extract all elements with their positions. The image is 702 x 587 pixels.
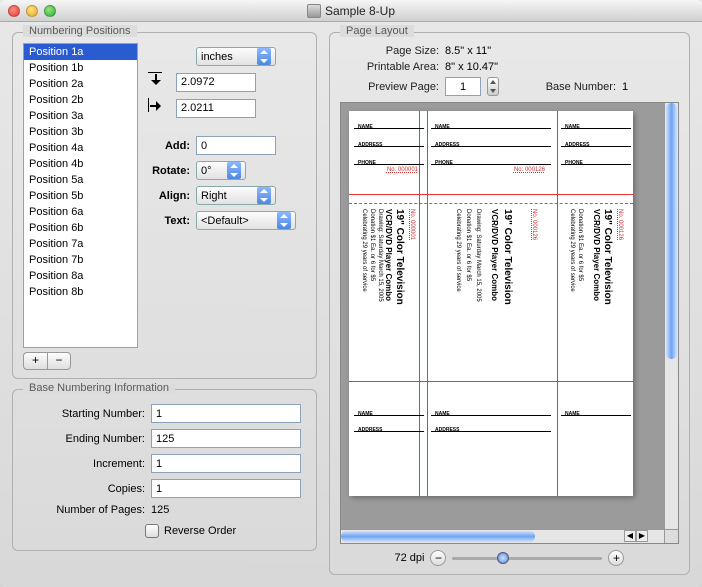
preview-page-input[interactable]: [445, 77, 481, 96]
window-title: Sample 8-Up: [0, 4, 702, 18]
body: Numbering Positions Position 1aPosition …: [0, 22, 702, 587]
rotate-select[interactable]: 0°: [196, 161, 246, 180]
list-item[interactable]: Position 6a: [24, 204, 137, 220]
list-item[interactable]: Position 5b: [24, 188, 137, 204]
list-item[interactable]: Position 5a: [24, 172, 137, 188]
list-item[interactable]: Position 7b: [24, 252, 137, 268]
horizontal-scrollbar[interactable]: ◀ ▶: [341, 529, 664, 543]
group-title-base: Base Numbering Information: [23, 382, 175, 394]
add-position-button[interactable]: +: [23, 352, 47, 370]
list-item[interactable]: Position 6b: [24, 220, 137, 236]
end-number-input[interactable]: [151, 429, 301, 448]
group-title-positions: Numbering Positions: [23, 25, 137, 37]
list-item[interactable]: Position 8b: [24, 284, 137, 300]
list-item[interactable]: Position 2b: [24, 92, 137, 108]
printable-value: 8" x 10.47": [445, 61, 498, 73]
list-item[interactable]: Position 4a: [24, 140, 137, 156]
list-item[interactable]: Position 3a: [24, 108, 137, 124]
reverse-order-label: Reverse Order: [164, 525, 236, 537]
group-title-layout: Page Layout: [340, 25, 414, 37]
base-number-value: 1: [622, 81, 628, 93]
add-input[interactable]: [196, 136, 276, 155]
units-select[interactable]: inches: [196, 47, 276, 66]
doc-icon: [307, 4, 321, 18]
horizontal-offset-icon: [148, 98, 170, 118]
align-select[interactable]: Right: [196, 186, 276, 205]
page-size-value: 8.5" x 11": [445, 45, 491, 57]
list-item[interactable]: Position 1a: [24, 44, 137, 60]
scroll-left-button[interactable]: ◀: [624, 530, 636, 542]
zoom-slider[interactable]: [452, 557, 602, 560]
page-preview: NAME ADDRESS PHONE No. 000001 NAME ADDRE…: [349, 111, 633, 496]
scroll-right-button[interactable]: ▶: [636, 530, 648, 542]
list-item[interactable]: Position 8a: [24, 268, 137, 284]
y-offset-input[interactable]: [176, 99, 256, 118]
preview-canvas[interactable]: NAME ADDRESS PHONE No. 000001 NAME ADDRE…: [340, 102, 679, 544]
titlebar: Sample 8-Up: [0, 0, 702, 22]
zoom-value: 72 dpi: [395, 552, 425, 564]
start-number-input[interactable]: [151, 404, 301, 423]
x-offset-input[interactable]: [176, 73, 256, 92]
vertical-scrollbar[interactable]: [664, 103, 678, 529]
list-item[interactable]: Position 4b: [24, 156, 137, 172]
zoom-in-button[interactable]: +: [608, 550, 624, 566]
text-select[interactable]: <Default>: [196, 211, 296, 230]
reverse-order-checkbox[interactable]: [145, 524, 159, 538]
list-item[interactable]: Position 1b: [24, 60, 137, 76]
increment-input[interactable]: [151, 454, 301, 473]
page-count-value: 125: [151, 504, 169, 516]
list-item[interactable]: Position 2a: [24, 76, 137, 92]
preview-page-stepper[interactable]: [487, 77, 499, 96]
copies-input[interactable]: [151, 479, 301, 498]
list-item[interactable]: Position 3b: [24, 124, 137, 140]
vertical-offset-icon: [148, 72, 170, 92]
list-item[interactable]: Position 7a: [24, 236, 137, 252]
remove-position-button[interactable]: −: [47, 352, 71, 370]
window: Sample 8-Up Numbering Positions Position…: [0, 0, 702, 587]
positions-list[interactable]: Position 1aPosition 1bPosition 2aPositio…: [23, 43, 138, 348]
zoom-out-button[interactable]: −: [430, 550, 446, 566]
